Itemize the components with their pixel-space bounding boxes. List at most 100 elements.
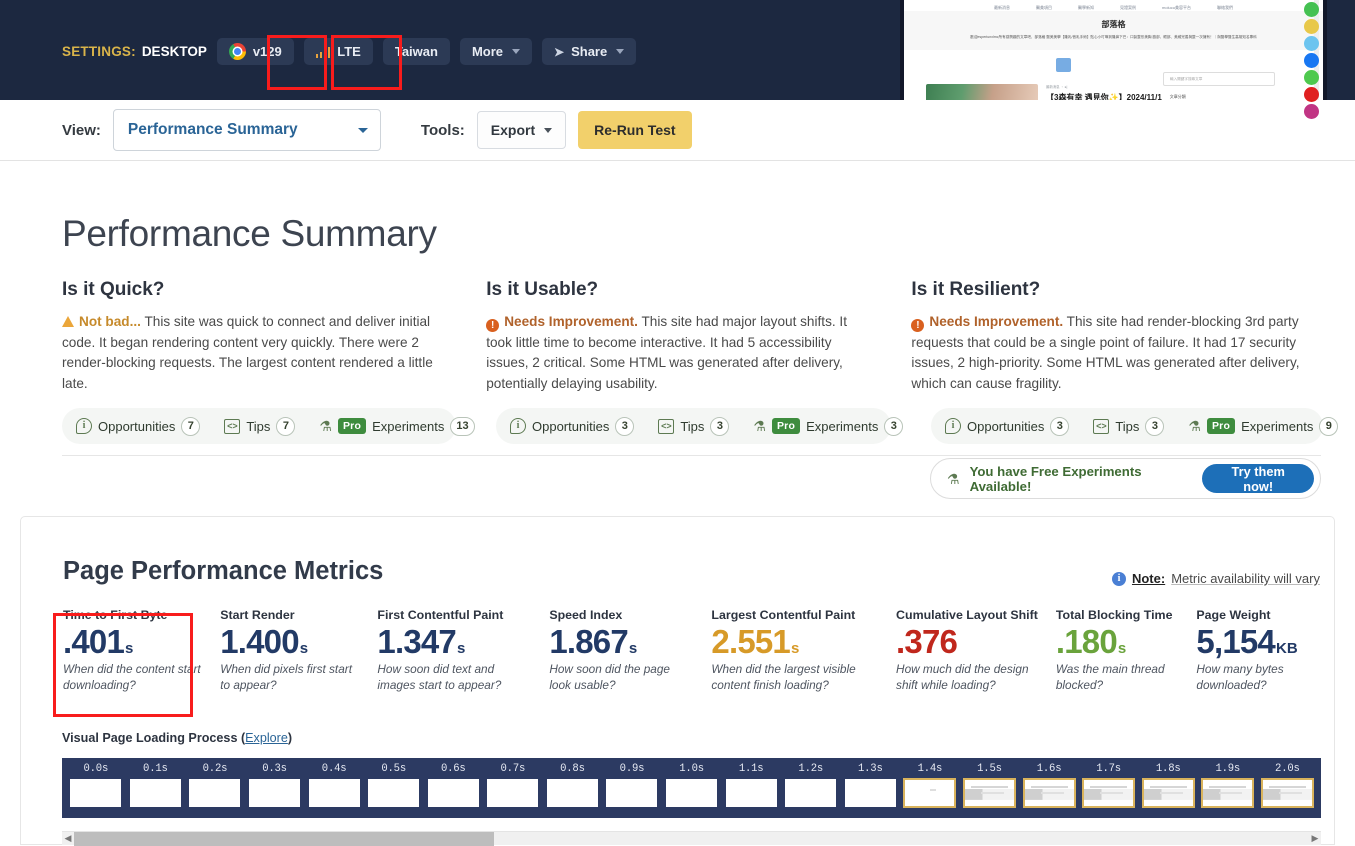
opportunities-label: Opportunities <box>532 418 610 434</box>
filmstrip-frame[interactable]: 0.3s <box>245 758 305 808</box>
filmstrip-frame-time: 1.2s <box>798 763 824 775</box>
filmstrip-frame-thumbnail[interactable] <box>605 778 659 808</box>
more-menu-button[interactable]: More <box>459 38 533 65</box>
metric-speed-index[interactable]: Speed Index 1.867s How soon did the page… <box>549 608 711 693</box>
scrollbar-track[interactable] <box>74 831 1309 846</box>
tips-badge[interactable]: <> Tips 3 <box>1093 416 1165 436</box>
tips-badge[interactable]: <> Tips 3 <box>658 416 730 436</box>
filmstrip-frame-thumbnail[interactable] <box>962 778 1016 808</box>
metric-number: 2.551 <box>711 623 790 660</box>
filmstrip-frame[interactable]: 0.2s <box>185 758 245 808</box>
flask-icon: ⚗ <box>753 418 766 434</box>
filmstrip[interactable]: 0.0s 0.1s 0.2s 0.3s 0.4s 0.5s 0.6s 0.7s 0.8s 0.9s… <box>62 758 1321 818</box>
connection-pill[interactable]: LTE <box>303 38 373 65</box>
filmstrip-frame[interactable]: 1.7s <box>1079 758 1139 808</box>
thumbnail-nav-item: 聯絡我們 <box>1216 5 1233 10</box>
filmstrip-frame-thumbnail[interactable] <box>903 778 957 808</box>
filmstrip-frame[interactable]: 1.4s <box>900 758 960 808</box>
opportunities-badge[interactable]: i Opportunities 3 <box>945 416 1070 436</box>
metric-name: Page Weight <box>1196 608 1271 622</box>
experiments-badge[interactable]: ⚗ Pro Experiments 3 <box>753 416 904 436</box>
try-experiments-button[interactable]: Try them now! <box>1202 464 1314 494</box>
metric-largest-contentful-paint[interactable]: Largest Contentful Paint 2.551s When did… <box>711 608 896 693</box>
filmstrip-frame-thumbnail[interactable] <box>1022 778 1076 808</box>
metric-total-blocking-time[interactable]: Total Blocking Time .180s Was the main t… <box>1056 608 1197 693</box>
experiments-badge[interactable]: ⚗ Pro Experiments 9 <box>1188 416 1339 436</box>
filmstrip-frame-thumbnail[interactable] <box>1201 778 1255 808</box>
scroll-right-arrow[interactable]: ▶ <box>1309 833 1321 844</box>
opportunities-badge[interactable]: i Opportunities 7 <box>76 416 201 436</box>
performance-summary-section: Performance Summary Is it Quick? Not bad… <box>0 161 1355 499</box>
filmstrip-frame-thumbnail[interactable] <box>486 778 540 808</box>
thumbnail-nav-item: 見證案例 <box>1120 5 1137 10</box>
filmstrip-frame-thumbnail[interactable] <box>724 778 778 808</box>
view-tools-bar: View: Performance Summary Tools: Export … <box>0 100 1355 161</box>
browser-version-label: v129 <box>252 44 282 59</box>
scroll-left-arrow[interactable]: ◀ <box>62 833 74 844</box>
filmstrip-frame[interactable]: 1.9s <box>1198 758 1258 808</box>
filmstrip-frame[interactable]: 0.6s <box>423 758 483 808</box>
scrollbar-thumb[interactable] <box>74 831 494 846</box>
filmstrip-frame[interactable]: 1.0s <box>662 758 722 808</box>
filmstrip-frame[interactable]: 1.8s <box>1138 758 1198 808</box>
metric-unit: s <box>299 640 309 657</box>
thumbnail-midsection: 輸入關鍵字搜尋文章 <box>904 50 1323 87</box>
filmstrip-frame[interactable]: 0.8s <box>543 758 603 808</box>
filmstrip-frame-time: 0.6s <box>440 763 466 775</box>
filmstrip-frame-thumbnail[interactable] <box>1260 778 1314 808</box>
thumbnail-post-meta: 最新消息 ・ ▸| <box>1046 85 1068 90</box>
metric-time-to-first-byte[interactable]: Time to First Byte .401s When did the co… <box>63 608 220 693</box>
card-heading: Is it Quick? <box>62 279 165 300</box>
thumbnail-search-input[interactable]: 輸入關鍵字搜尋文章 <box>1163 72 1275 87</box>
filmstrip-frame[interactable]: 0.1s <box>126 758 186 808</box>
visual-loading-title: Visual Page Loading Process <box>62 731 238 745</box>
filmstrip-frame-thumbnail[interactable] <box>367 778 421 808</box>
pro-tag: Pro <box>337 418 367 434</box>
opportunities-badge[interactable]: i Opportunities 3 <box>510 416 635 436</box>
explore-link[interactable]: Explore <box>245 731 288 745</box>
filmstrip-frame-thumbnail[interactable] <box>128 778 182 808</box>
filmstrip-frame-thumbnail[interactable] <box>545 778 599 808</box>
metric-description: How many bytes downloaded? <box>1196 662 1284 692</box>
location-pill[interactable]: Taiwan <box>382 38 450 65</box>
rerun-test-button[interactable]: Re-Run Test <box>578 111 692 149</box>
metric-first-contentful-paint[interactable]: First Contentful Paint 1.347s How soon d… <box>377 608 549 693</box>
horizontal-scrollbar[interactable]: ◀ ▶ <box>62 831 1321 846</box>
filmstrip-frame[interactable]: 2.0s <box>1258 758 1318 808</box>
filmstrip-frame-time: 0.3s <box>262 763 287 775</box>
thumbnail-hero-title: 部落格 <box>1101 20 1126 29</box>
filmstrip-frame-thumbnail[interactable] <box>426 778 480 808</box>
filmstrip-frame[interactable]: 1.1s <box>721 758 781 808</box>
metric-start-render[interactable]: Start Render 1.400s When did pixels firs… <box>220 608 377 693</box>
filmstrip-frame-thumbnail[interactable] <box>1082 778 1136 808</box>
filmstrip-frame-thumbnail[interactable] <box>307 778 361 808</box>
filmstrip-frame[interactable]: 0.4s <box>304 758 364 808</box>
tips-badge[interactable]: <> Tips 7 <box>224 416 296 436</box>
experiments-badge[interactable]: ⚗ Pro Experiments 13 <box>319 416 475 436</box>
filmstrip-frame[interactable]: 0.0s <box>66 758 126 808</box>
filmstrip-frame-time: 0.4s <box>321 763 347 775</box>
filmstrip-frame-thumbnail[interactable] <box>248 778 302 808</box>
export-button[interactable]: Export <box>476 111 567 149</box>
filmstrip-frame-thumbnail[interactable] <box>665 778 719 808</box>
filmstrip-frame[interactable]: 0.5s <box>364 758 424 808</box>
connection-label: LTE <box>337 44 361 59</box>
filmstrip-frame-thumbnail[interactable] <box>1141 778 1195 808</box>
metric-name: Time to First Byte <box>63 608 168 622</box>
metric-page-weight[interactable]: Page Weight 5,154KB How many bytes downl… <box>1196 608 1334 693</box>
filmstrip-frame-thumbnail[interactable] <box>188 778 242 808</box>
metric-cumulative-layout-shift[interactable]: Cumulative Layout Shift .376 How much di… <box>896 608 1056 693</box>
filmstrip-frame[interactable]: 1.5s <box>960 758 1020 808</box>
filmstrip-frame-thumbnail[interactable] <box>843 778 897 808</box>
filmstrip-frame[interactable]: 1.6s <box>1019 758 1079 808</box>
filmstrip-frame[interactable]: 1.2s <box>781 758 841 808</box>
share-menu-button[interactable]: ➤ Share <box>542 38 637 65</box>
filmstrip-frame[interactable]: 1.3s <box>841 758 901 808</box>
filmstrip-frame[interactable]: 0.9s <box>602 758 662 808</box>
view-select[interactable]: Performance Summary <box>112 109 381 151</box>
filmstrip-frame[interactable]: 0.7s <box>483 758 543 808</box>
filmstrip-frame-thumbnail[interactable] <box>784 778 838 808</box>
tips-label: Tips <box>1115 418 1140 434</box>
browser-version-pill[interactable]: v129 <box>216 38 294 65</box>
filmstrip-frame-thumbnail[interactable] <box>69 778 123 808</box>
